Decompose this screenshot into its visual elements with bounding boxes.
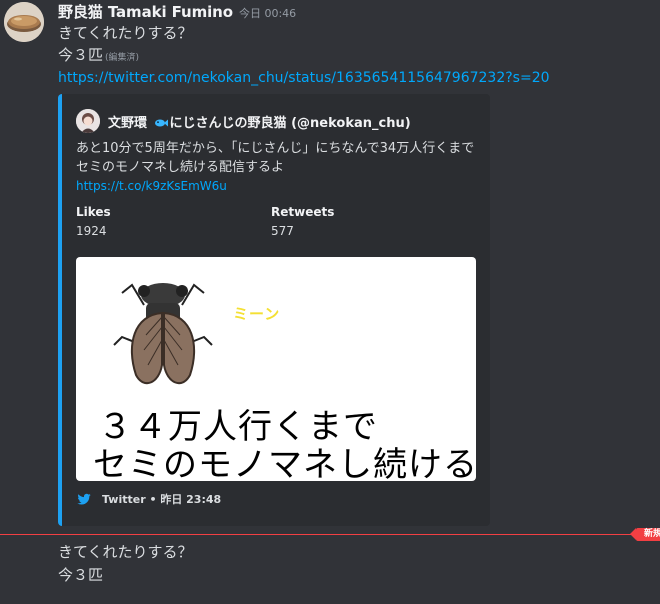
- embed-footer-text: Twitter • 昨日 23:48: [102, 493, 222, 506]
- field-retweets-name: Retweets: [271, 205, 335, 219]
- avatar-image: [4, 2, 44, 42]
- embed-avatar-image: [76, 109, 100, 133]
- image-caption-line2: セミのモノマネし続ける: [93, 445, 476, 481]
- embed-image[interactable]: ミーン ３４万人行くまで セミのモノマネし続ける: [76, 257, 476, 481]
- tweet-link[interactable]: https://twitter.com/nekokan_chu/status/1…: [58, 70, 550, 86]
- image-sound-text: ミーン: [233, 305, 281, 323]
- field-likes: Likes 1924: [76, 205, 111, 238]
- twitter-icon: [77, 493, 91, 505]
- twitter-embed: 文野環 にじさんじの野良猫 (@nekokan_chu) あと10分で5周年だか…: [58, 94, 490, 526]
- message-text: きてくれたりする？: [58, 24, 193, 42]
- embed-footer: Twitter • 昨日 23:48: [76, 491, 221, 507]
- fish-icon: [154, 119, 168, 126]
- followup-message-line2: 今３匹: [58, 566, 104, 584]
- field-retweets: Retweets 577: [271, 205, 334, 238]
- embed-author-suffix: にじさんじの野良猫 (@nekokan_chu): [169, 115, 411, 131]
- embed-author-name: 文野環 にじさんじの野良猫 (@nekokan_chu): [108, 112, 411, 131]
- embed-author[interactable]: 文野環 にじさんじの野良猫 (@nekokan_chu): [76, 109, 411, 133]
- message-text-edited: 今３匹 (編集済): [58, 44, 139, 65]
- embed-description: あと10分で5周年だから、「にじさんじ」にちなんで34万人行くまでセミのモノマネ…: [76, 139, 476, 196]
- cicada-illustration: [113, 283, 213, 385]
- field-retweets-value: 577: [271, 224, 294, 238]
- embed-description-link[interactable]: https://t.co/k9zKsEmW6u: [76, 177, 476, 196]
- field-likes-name: Likes: [76, 205, 111, 219]
- author-name[interactable]: 野良猫 Tamaki Fumino: [58, 3, 233, 21]
- message-timestamp: 今日 00:46: [238, 7, 297, 20]
- embed-author-avatar: [76, 109, 100, 133]
- edited-marker: (編集済): [105, 53, 140, 63]
- new-messages-divider: [0, 534, 638, 535]
- message-header: 野良猫 Tamaki Fumino 今日 00:46: [58, 1, 296, 22]
- user-avatar[interactable]: [4, 2, 44, 42]
- message-text-line2: 今３匹: [58, 46, 104, 64]
- new-messages-badge: 新規: [629, 528, 660, 541]
- embed-description-text: あと10分で5周年だから、「にじさんじ」にちなんで34万人行くまでセミのモノマネ…: [76, 141, 475, 175]
- followup-message-line1: きてくれたりする？: [58, 543, 193, 561]
- embed-author-prefix: 文野環: [108, 115, 148, 131]
- field-likes-value: 1924: [76, 224, 107, 238]
